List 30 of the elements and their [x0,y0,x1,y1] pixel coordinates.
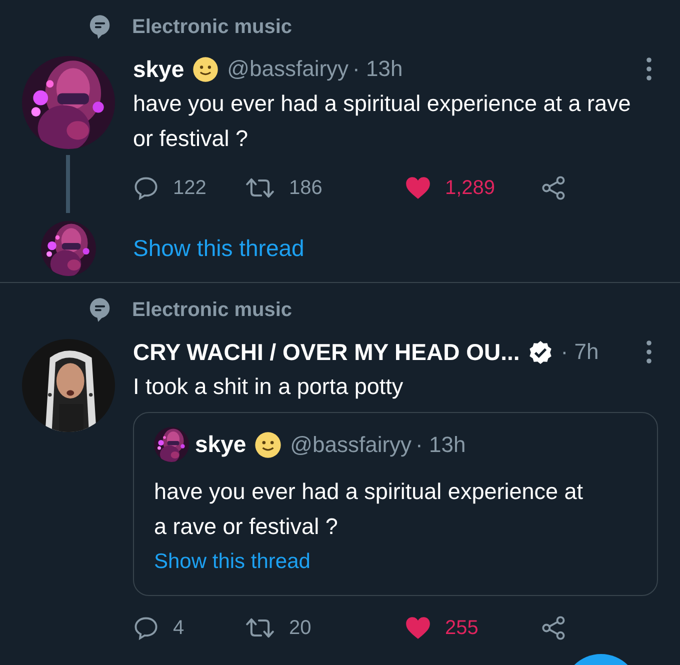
quoted-text: have you ever had a spiritual experience at a rave or festival ? [154,478,584,541]
more-icon [646,340,652,364]
author-name[interactable]: skye [195,431,246,458]
topic-icon [89,297,111,323]
author-handle[interactable]: @bassfairyy [227,56,349,82]
share-icon [541,615,567,641]
topic-icon [89,14,111,40]
topic-label[interactable]: Electronic music [132,16,292,38]
author-handle[interactable]: @bassfairyy [290,432,412,458]
topic-label[interactable]: Electronic music [132,298,292,322]
show-thread-link[interactable]: Show this thread [154,544,637,579]
like-count: 1,289 [445,176,496,200]
tweet-text: have you ever had a spiritual experience at a rave or festival ? [133,90,632,153]
timestamp: · 13h [416,432,466,458]
timestamp: · 7h [560,339,599,365]
timestamp: · 13h [352,56,403,82]
author-name[interactable]: skye [133,56,184,82]
share-icon [541,175,567,201]
tweet-text: I took a shit in a porta potty [133,373,404,401]
retweet-count: 186 [289,176,322,200]
retweet-count: 20 [289,616,312,640]
author-name[interactable]: CRY WACHI / OVER MY HEAD OU... [133,338,520,366]
reply-count: 4 [173,616,184,640]
like-count: 255 [445,616,478,640]
reply-icon [133,615,159,641]
more-icon [646,57,652,81]
show-thread-link[interactable]: Show this thread [133,234,304,262]
reply-count: 122 [173,176,206,200]
quoted-tweet[interactable]: skye @bassfairyy · 13h have you ever had a spiritual experience at a rave or festival ? Show this thread [133,412,658,596]
reply-icon [133,175,159,201]
